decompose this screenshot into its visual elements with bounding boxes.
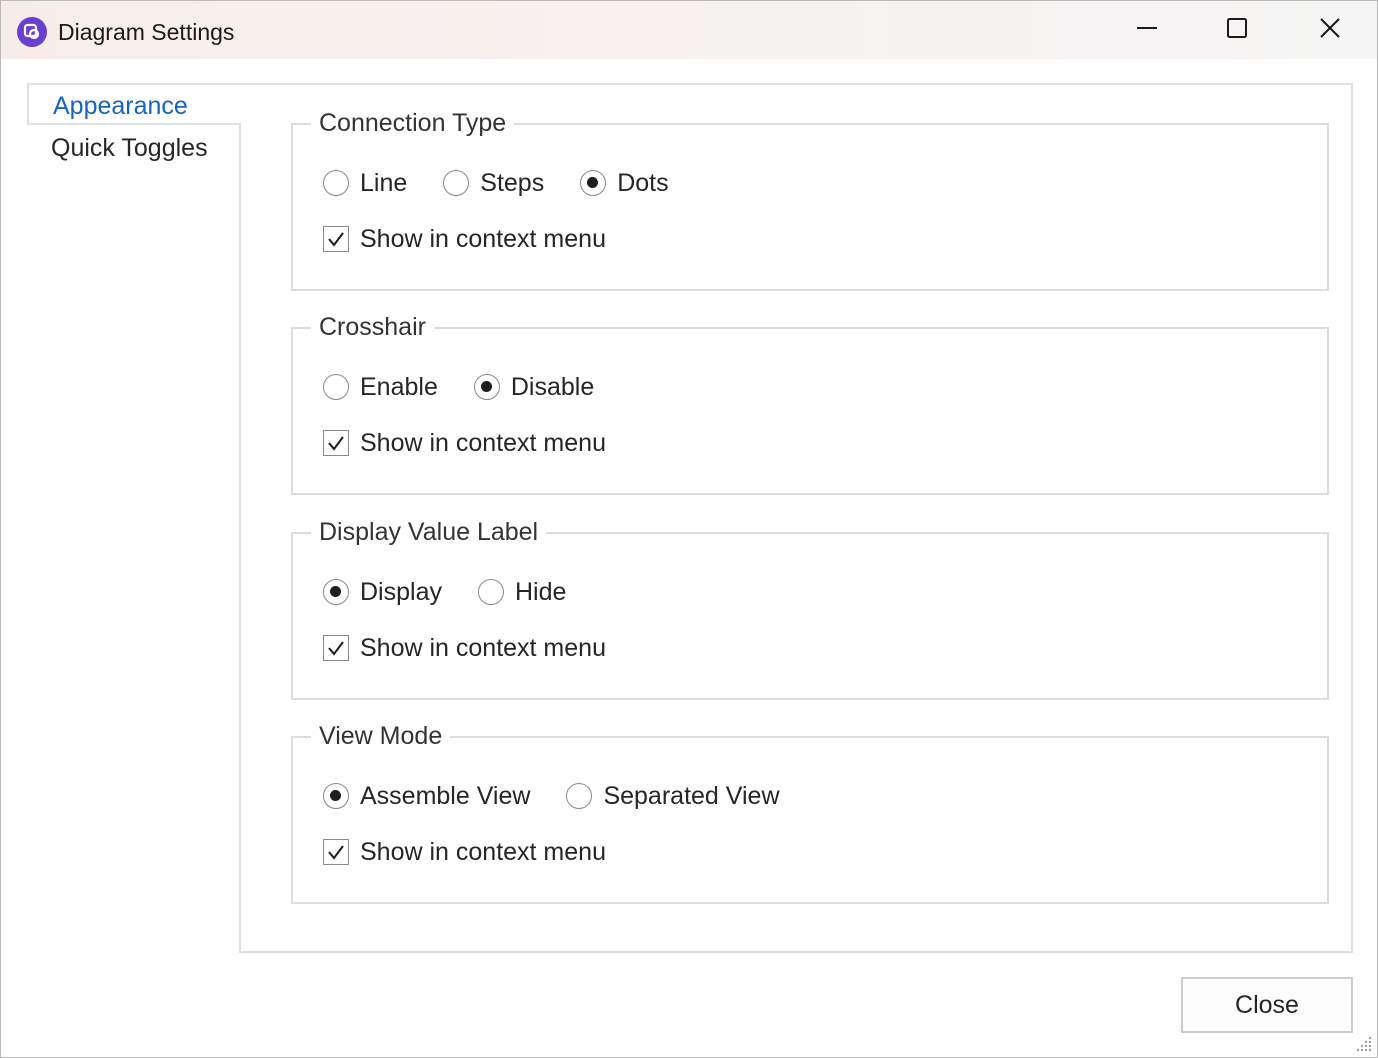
- checkbox[interactable]: [323, 226, 349, 252]
- radio-label: Line: [360, 169, 408, 197]
- group-crosshair: Crosshair Enable Disable Show in context…: [291, 309, 1329, 495]
- show-in-context-menu-checkbox[interactable]: Show in context menu: [323, 630, 606, 666]
- radio-button[interactable]: [323, 170, 349, 196]
- show-in-context-menu-checkbox[interactable]: Show in context menu: [323, 834, 606, 870]
- window-title: Diagram Settings: [58, 19, 235, 45]
- radio-label: Enable: [360, 373, 438, 401]
- show-in-context-menu-checkbox[interactable]: Show in context menu: [323, 221, 606, 257]
- radio-line[interactable]: Line: [323, 167, 407, 199]
- radio-button[interactable]: [580, 170, 607, 196]
- group-title: Display Value Label: [311, 514, 547, 550]
- group-display-value-label: Display Value Label Display Hide Show in…: [291, 514, 1329, 700]
- radio-label: Assemble View: [360, 782, 531, 810]
- radio-label: Separated View: [603, 782, 780, 810]
- close-button[interactable]: Close: [1181, 977, 1353, 1033]
- checkbox-label: Show in context menu: [360, 225, 606, 253]
- title-bar[interactable]: Diagram Settings: [1, 1, 1377, 59]
- radio-group: Assemble View Separated View: [323, 776, 816, 816]
- checkbox-label: Show in context menu: [360, 838, 606, 866]
- radio-label: Disable: [510, 373, 595, 401]
- radio-button[interactable]: [323, 579, 349, 605]
- checkbox[interactable]: [323, 635, 349, 661]
- group-title: Connection Type: [311, 105, 515, 141]
- radio-hide[interactable]: Hide: [477, 576, 567, 608]
- checkbox[interactable]: [323, 839, 349, 865]
- settings-nav: Appearance Quick Toggles: [27, 83, 241, 953]
- close-window-button[interactable]: [1284, 1, 1376, 59]
- radio-label: Hide: [514, 578, 567, 606]
- radio-steps[interactable]: Steps: [443, 167, 544, 199]
- checkmark-icon: [328, 845, 344, 860]
- radio-display[interactable]: Display: [323, 576, 442, 608]
- app-logo-icon: [17, 17, 47, 47]
- radio-dots[interactable]: Dots: [580, 167, 669, 199]
- settings-window: Diagram Settings Appearance Quick Toggle…: [0, 0, 1378, 1058]
- close-icon: [1318, 16, 1342, 45]
- nav-item-quick-toggles[interactable]: Quick Toggles: [27, 127, 239, 169]
- maximize-icon: [1225, 16, 1249, 45]
- checkbox[interactable]: [323, 430, 349, 456]
- radio-assemble-view[interactable]: Assemble View: [323, 780, 530, 812]
- radio-disable[interactable]: Disable: [473, 371, 595, 403]
- radio-button[interactable]: [323, 374, 349, 400]
- radio-label: Steps: [480, 169, 545, 197]
- show-in-context-menu-checkbox[interactable]: Show in context menu: [323, 425, 606, 461]
- radio-button[interactable]: [323, 783, 349, 809]
- radio-button[interactable]: [566, 783, 593, 809]
- group-title: Crosshair: [311, 309, 434, 345]
- resize-grip-icon[interactable]: [1355, 1035, 1373, 1053]
- radio-label: Dots: [617, 169, 669, 197]
- group-title: View Mode: [311, 718, 451, 754]
- radio-group: Display Hide: [323, 572, 602, 612]
- minimize-icon: [1135, 16, 1159, 45]
- checkmark-icon: [328, 641, 344, 656]
- radio-group: Line Steps Dots: [323, 163, 705, 203]
- minimize-button[interactable]: [1101, 1, 1193, 59]
- nav-item-appearance[interactable]: Appearance: [27, 83, 241, 125]
- radio-separated-view[interactable]: Separated View: [566, 780, 780, 812]
- radio-button[interactable]: [473, 374, 500, 400]
- radio-button[interactable]: [443, 170, 470, 196]
- group-connection-type: Connection Type Line Steps Dots Show in …: [291, 105, 1329, 291]
- radio-enable[interactable]: Enable: [323, 371, 438, 403]
- checkmark-icon: [328, 436, 344, 451]
- maximize-button[interactable]: [1191, 1, 1283, 59]
- checkbox-label: Show in context menu: [360, 429, 606, 457]
- radio-group: Enable Disable: [323, 367, 630, 407]
- checkmark-icon: [328, 232, 344, 247]
- checkbox-label: Show in context menu: [360, 634, 606, 662]
- radio-label: Display: [360, 578, 442, 606]
- group-view-mode: View Mode Assemble View Separated View S…: [291, 718, 1329, 904]
- radio-button[interactable]: [477, 579, 504, 605]
